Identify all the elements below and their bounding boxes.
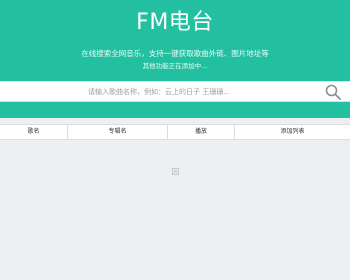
subtitle-notice: 其他功能正在添加中... bbox=[142, 62, 208, 70]
loading-icon bbox=[172, 168, 179, 175]
search-button[interactable] bbox=[324, 83, 342, 101]
page-title: FM电台 bbox=[136, 10, 214, 35]
results-area bbox=[0, 140, 350, 280]
search-input[interactable] bbox=[0, 82, 318, 101]
column-song-name: 歌名 bbox=[0, 125, 68, 139]
column-album-name: 专辑名 bbox=[68, 125, 168, 139]
subtitle-description: 在线搜索全网音乐，支持一键获取歌曲外链、图片地址等 bbox=[81, 49, 269, 58]
column-add-to-list: 添加列表 bbox=[280, 128, 305, 135]
column-play: 播放 bbox=[168, 125, 235, 139]
search-bar bbox=[0, 81, 350, 102]
search-icon bbox=[325, 84, 341, 100]
results-table-header: 歌名 专辑名 播放 添加列表 bbox=[0, 124, 350, 140]
